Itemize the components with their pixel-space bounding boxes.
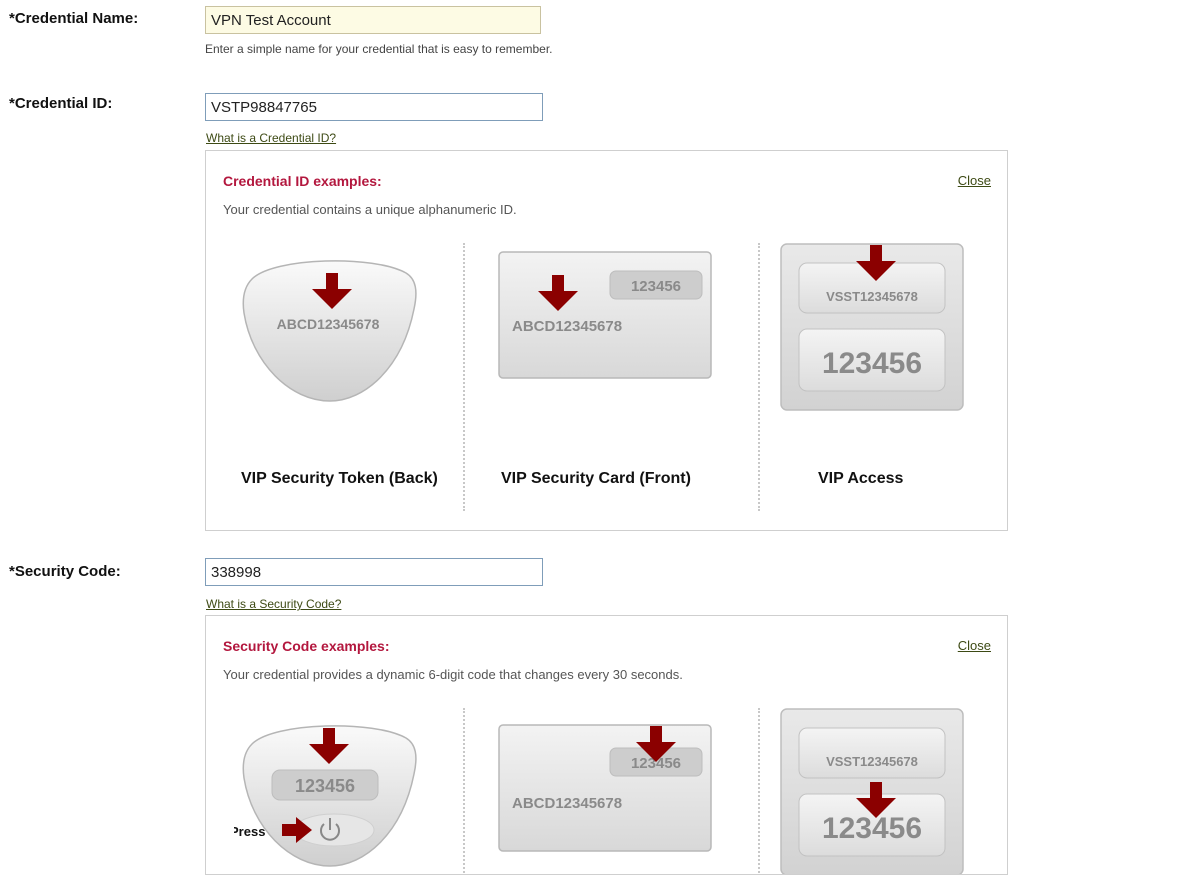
credential-id-examples-title: Credential ID examples: bbox=[223, 173, 382, 189]
device-code-text: 123456 bbox=[822, 812, 922, 845]
credential-id-examples-description: Your credential contains a unique alphan… bbox=[223, 202, 517, 217]
vip-access-image: VSST12345678 123456 bbox=[780, 243, 964, 411]
device-code-text: 123456 bbox=[822, 347, 922, 380]
device-code-text: 123456 bbox=[295, 776, 355, 796]
device-id-text: VSST12345678 bbox=[826, 289, 918, 304]
security-code-label: *Security Code: bbox=[9, 563, 121, 580]
device-caption: VIP Access bbox=[818, 470, 904, 487]
vip-access-image: VSST12345678 123456 bbox=[780, 708, 964, 874]
device-id-text: ABCD12345678 bbox=[277, 316, 380, 332]
security-code-examples-description: Your credential provides a dynamic 6-dig… bbox=[223, 667, 683, 682]
security-code-examples-title: Security Code examples: bbox=[223, 638, 390, 654]
vip-security-token-front-image: 123456 Press bbox=[234, 725, 417, 867]
device-caption: VIP Security Token (Back) bbox=[241, 470, 438, 487]
vip-security-token-back-image: ABCD12345678 bbox=[242, 260, 417, 402]
credential-id-examples-panel: Credential ID examples: Close Your crede… bbox=[205, 150, 1008, 531]
credential-name-hint: Enter a simple name for your credential … bbox=[205, 42, 553, 56]
device-caption: VIP Security Card (Front) bbox=[501, 470, 691, 487]
credential-name-input[interactable] bbox=[205, 6, 541, 34]
divider bbox=[463, 243, 465, 511]
security-code-examples-panel: Security Code examples: Close Your crede… bbox=[205, 615, 1008, 875]
divider bbox=[758, 243, 760, 511]
security-code-examples-close[interactable]: Close bbox=[958, 638, 991, 653]
credential-id-help-link[interactable]: What is a Credential ID? bbox=[206, 131, 336, 145]
device-id-text: ABCD12345678 bbox=[512, 318, 622, 335]
device-code-text: 123456 bbox=[631, 278, 681, 295]
divider bbox=[758, 708, 760, 874]
vip-security-card-front-image: 123456 ABCD12345678 bbox=[498, 724, 712, 852]
press-label: Press bbox=[234, 824, 265, 839]
credential-id-label: *Credential ID: bbox=[9, 95, 113, 112]
credential-name-label: *Credential Name: bbox=[9, 10, 139, 27]
vip-security-card-front-image: 123456 ABCD12345678 bbox=[498, 251, 712, 379]
credential-id-input[interactable] bbox=[205, 93, 543, 121]
divider bbox=[463, 708, 465, 874]
device-id-text: VSST12345678 bbox=[826, 754, 918, 769]
credential-id-examples-close[interactable]: Close bbox=[958, 173, 991, 188]
security-code-input[interactable] bbox=[205, 558, 543, 586]
security-code-help-link[interactable]: What is a Security Code? bbox=[206, 597, 341, 611]
device-id-text: ABCD12345678 bbox=[512, 795, 622, 812]
